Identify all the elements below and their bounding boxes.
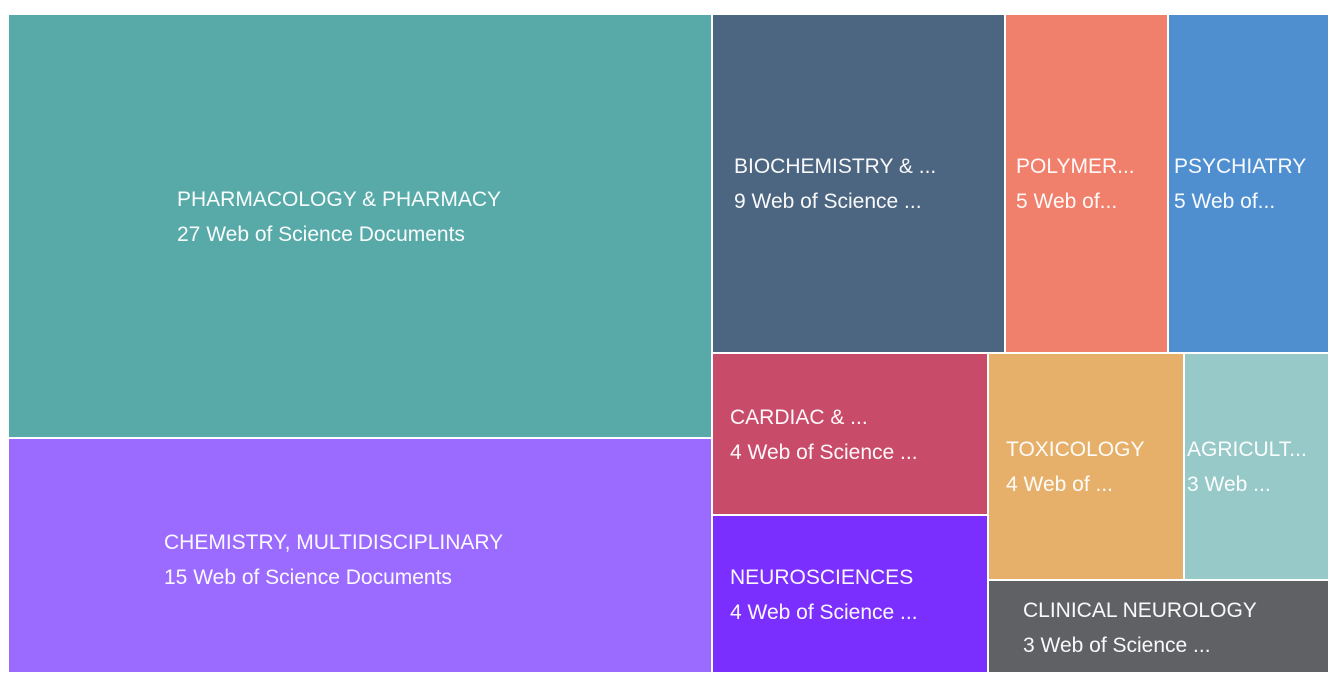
tile-label-group: BIOCHEMISTRY & ... 9 Web of Science ... [713, 149, 1004, 219]
treemap-chart: PHARMACOLOGY & PHARMACY 27 Web of Science… [0, 0, 1329, 673]
tile-label-group: NEUROSCIENCES 4 Web of Science ... [713, 560, 987, 630]
tile-category-label: POLYMER... [1016, 154, 1135, 178]
tile-label-group: CLINICAL NEUROLOGY 3 Web of Science ... [989, 593, 1328, 663]
tile-label-group: POLYMER... 5 Web of... [1006, 149, 1167, 219]
treemap-tile-pharmacology-pharmacy[interactable]: PHARMACOLOGY & PHARMACY 27 Web of Science… [8, 14, 712, 438]
treemap-tile-polymer[interactable]: POLYMER... 5 Web of... [1005, 14, 1168, 353]
tile-category-label: BIOCHEMISTRY & ... [734, 154, 937, 178]
tile-count-label: 4 Web of Science ... [730, 441, 918, 464]
tile-category-label: CLINICAL NEUROLOGY [1023, 598, 1257, 622]
treemap-tile-agricult[interactable]: AGRICULT... 3 Web ... [1184, 353, 1329, 580]
treemap-tile-toxicology[interactable]: TOXICOLOGY 4 Web of ... [988, 353, 1184, 580]
tile-label-group: CARDIAC & ... 4 Web of Science ... [713, 400, 987, 470]
tile-category-label: PHARMACOLOGY & PHARMACY [177, 188, 502, 211]
tile-count-label: 4 Web of ... [1006, 472, 1113, 496]
clipped-header-strip [0, 0, 1329, 14]
treemap-tile-clinical-neurology[interactable]: CLINICAL NEUROLOGY 3 Web of Science ... [988, 580, 1329, 673]
tile-label-group: AGRICULT... 3 Web ... [1185, 432, 1328, 502]
tile-count-label: 27 Web of Science Documents [177, 223, 465, 246]
treemap-tile-biochemistry[interactable]: BIOCHEMISTRY & ... 9 Web of Science ... [712, 14, 1005, 353]
treemap-tile-neurosciences[interactable]: NEUROSCIENCES 4 Web of Science ... [712, 515, 988, 673]
tile-count-label: 3 Web ... [1187, 472, 1271, 496]
tile-count-label: 9 Web of Science ... [734, 189, 922, 213]
tile-count-label: 4 Web of Science ... [730, 601, 918, 624]
tile-count-label: 5 Web of... [1174, 189, 1276, 213]
tile-count-label: 5 Web of... [1016, 189, 1118, 213]
tile-category-label: TOXICOLOGY [1006, 437, 1145, 461]
tile-count-label: 3 Web of Science ... [1023, 633, 1211, 657]
tile-category-label: CARDIAC & ... [730, 406, 868, 429]
tile-category-label: NEUROSCIENCES [730, 566, 914, 589]
tile-count-label: 15 Web of Science Documents [164, 565, 452, 589]
tile-label-group: TOXICOLOGY 4 Web of ... [989, 432, 1183, 502]
tile-label-group: CHEMISTRY, MULTIDISCIPLINARY 15 Web of Sc… [9, 525, 711, 595]
tile-category-label: PSYCHIATRY [1174, 154, 1307, 178]
treemap-tile-cardiac[interactable]: CARDIAC & ... 4 Web of Science ... [712, 353, 988, 515]
tile-label-group: PSYCHIATRY 5 Web of... [1169, 149, 1328, 219]
tile-category-label: CHEMISTRY, MULTIDISCIPLINARY [164, 530, 504, 554]
treemap-tile-chemistry-multidisciplinary[interactable]: CHEMISTRY, MULTIDISCIPLINARY 15 Web of Sc… [8, 438, 712, 673]
tile-category-label: AGRICULT... [1187, 437, 1307, 461]
treemap-tile-psychiatry[interactable]: PSYCHIATRY 5 Web of... [1168, 14, 1329, 353]
tile-label-group: PHARMACOLOGY & PHARMACY 27 Web of Science… [9, 182, 711, 252]
